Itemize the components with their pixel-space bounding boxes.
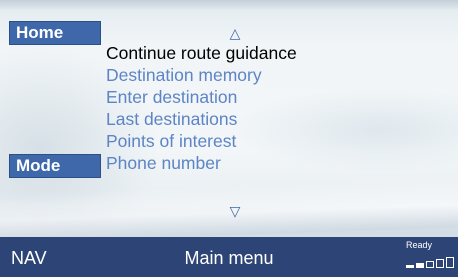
main-menu-list: Continue route guidance Destination memo… [106, 42, 297, 174]
screen-title: Main menu [184, 248, 274, 268]
mode-button[interactable]: Mode [9, 154, 101, 178]
menu-item-enter-destination[interactable]: Enter destination [106, 86, 297, 108]
menu-item-phone-number[interactable]: Phone number [106, 152, 297, 174]
top-strip [0, 0, 458, 9]
status-bar: NAV Main menu Ready [0, 237, 458, 277]
scroll-up-icon[interactable]: △ [225, 25, 245, 41]
signal-strength-icon [406, 256, 454, 268]
signal-bar [436, 259, 444, 268]
signal-bar [446, 257, 454, 268]
menu-item-last-destinations[interactable]: Last destinations [106, 108, 297, 130]
menu-item-continue-route-guidance[interactable]: Continue route guidance [106, 42, 297, 64]
signal-bar [406, 265, 414, 268]
menu-item-destination-memory[interactable]: Destination memory [106, 64, 297, 86]
signal-bar [426, 261, 434, 268]
ready-status: Ready [406, 240, 433, 250]
signal-bar [416, 263, 424, 268]
menu-item-points-of-interest[interactable]: Points of interest [106, 130, 297, 152]
scroll-down-icon[interactable]: ▽ [225, 203, 245, 219]
nav-screen: Home Mode △ Continue route guidance Dest… [0, 0, 458, 277]
home-button[interactable]: Home [9, 21, 101, 45]
